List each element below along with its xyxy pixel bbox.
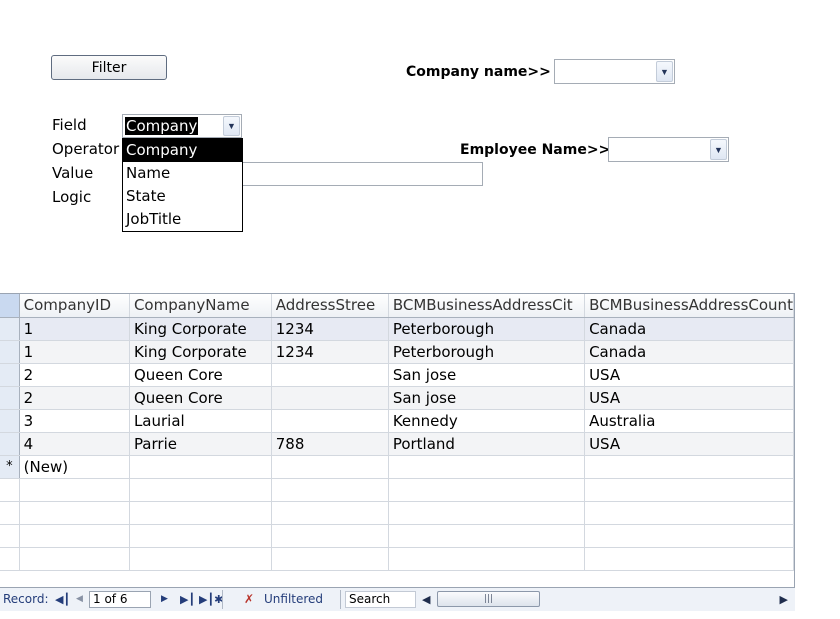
new-record-icon[interactable]: ▶┃✱ xyxy=(199,588,223,611)
row-selector[interactable] xyxy=(0,340,20,364)
last-record-icon[interactable]: ▶┃ xyxy=(180,588,195,611)
table-cell[interactable]: USA xyxy=(584,386,794,410)
field-option-jobtitle[interactable]: JobTitle xyxy=(123,208,242,231)
field-option-name[interactable]: Name xyxy=(123,162,242,185)
table-cell[interactable]: San jose xyxy=(388,386,586,410)
table-cell[interactable]: Kennedy xyxy=(388,409,586,433)
table-cell[interactable] xyxy=(271,386,389,410)
table-cell[interactable]: 2 xyxy=(19,363,130,387)
field-combo-value: Company xyxy=(125,117,199,135)
field-dropdown-list: Company Name State JobTitle xyxy=(122,138,243,232)
table-row[interactable]: 4 Parrie 788 Portland USA xyxy=(0,432,794,456)
no-filter-icon: ✗ xyxy=(244,592,255,606)
table-cell[interactable]: King Corporate xyxy=(129,340,272,364)
employee-name-combo[interactable]: ▼ xyxy=(608,137,729,162)
record-label: Record: xyxy=(3,592,49,606)
company-name-combo[interactable]: ▼ xyxy=(554,59,675,84)
table-cell[interactable]: 788 xyxy=(271,432,389,456)
table-cell[interactable]: 1234 xyxy=(271,340,389,364)
column-header[interactable]: AddressStree xyxy=(271,294,389,318)
horizontal-scrollbar[interactable]: ◀ ||| ▶ xyxy=(418,590,792,609)
table-row[interactable]: 1 King Corporate 1234 Peterborough Canad… xyxy=(0,317,794,341)
filter-status[interactable]: Unfiltered xyxy=(264,588,323,611)
table-row[interactable]: 2 Queen Core San jose USA xyxy=(0,386,794,410)
value-input[interactable] xyxy=(242,162,483,186)
table-cell[interactable]: San jose xyxy=(388,363,586,387)
table-row[interactable]: 1 King Corporate 1234 Peterborough Canad… xyxy=(0,340,794,364)
table-cell[interactable]: 4 xyxy=(19,432,130,456)
company-name-label: Company name>> xyxy=(406,64,551,80)
table-cell[interactable] xyxy=(129,455,272,479)
value-label: Value xyxy=(52,164,94,182)
logic-label: Logic xyxy=(52,188,92,206)
table-cell[interactable] xyxy=(271,363,389,387)
previous-record-icon[interactable]: ◀ xyxy=(76,588,83,611)
scroll-right-icon[interactable]: ▶ xyxy=(780,590,788,609)
table-row[interactable]: 2 Queen Core San jose USA xyxy=(0,363,794,387)
table-cell[interactable]: Canada xyxy=(584,317,794,341)
table-cell[interactable] xyxy=(388,455,586,479)
filter-button[interactable]: Filter xyxy=(51,55,167,80)
table-cell[interactable]: Parrie xyxy=(129,432,272,456)
field-label: Field xyxy=(52,116,87,134)
field-option-state[interactable]: State xyxy=(123,185,242,208)
table-cell[interactable]: USA xyxy=(584,432,794,456)
table-cell[interactable]: 1 xyxy=(19,340,130,364)
row-selector[interactable] xyxy=(0,363,20,387)
next-record-icon[interactable]: ▶ xyxy=(161,588,168,611)
table-cell[interactable]: 2 xyxy=(19,386,130,410)
new-record-row[interactable]: * (New) xyxy=(0,455,794,479)
chevron-down-icon[interactable]: ▼ xyxy=(656,61,673,82)
row-selector[interactable] xyxy=(0,432,20,456)
column-header[interactable]: CompanyName xyxy=(129,294,272,318)
scrollbar-thumb[interactable]: ||| xyxy=(437,591,540,607)
search-input[interactable]: Search xyxy=(345,591,416,608)
employee-name-label: Employee Name>> xyxy=(460,142,611,158)
new-record-label[interactable]: (New) xyxy=(19,455,130,479)
table-cell[interactable]: 1234 xyxy=(271,317,389,341)
table-cell[interactable] xyxy=(584,455,794,479)
field-combo[interactable]: Company ▼ xyxy=(122,114,242,138)
first-record-icon[interactable]: ◀┃ xyxy=(55,588,70,611)
table-cell[interactable]: Australia xyxy=(584,409,794,433)
chevron-down-icon[interactable]: ▼ xyxy=(223,116,240,136)
table-cell[interactable]: 3 xyxy=(19,409,130,433)
chevron-down-icon[interactable]: ▼ xyxy=(710,139,727,160)
operator-label: Operator xyxy=(52,140,120,158)
table-cell[interactable]: Queen Core xyxy=(129,386,272,410)
select-all-corner[interactable] xyxy=(0,294,20,318)
table-cell[interactable]: Canada xyxy=(584,340,794,364)
column-header[interactable]: CompanyID xyxy=(19,294,130,318)
field-option-company[interactable]: Company xyxy=(123,139,242,162)
table-cell[interactable]: Laurial xyxy=(129,409,272,433)
scroll-left-icon[interactable]: ◀ xyxy=(422,590,430,609)
column-header[interactable]: BCMBusinessAddressCit xyxy=(388,294,586,318)
table-cell[interactable] xyxy=(271,455,389,479)
table-cell[interactable] xyxy=(271,409,389,433)
row-selector[interactable] xyxy=(0,317,20,341)
table-cell[interactable]: Portland xyxy=(388,432,586,456)
table-cell[interactable]: USA xyxy=(584,363,794,387)
table-cell[interactable]: 1 xyxy=(19,317,130,341)
table-row[interactable]: 3 Laurial Kennedy Australia xyxy=(0,409,794,433)
column-header[interactable]: BCMBusinessAddressCount xyxy=(584,294,794,318)
table-cell[interactable]: Peterborough xyxy=(388,340,586,364)
record-navigation-bar: Record: ◀┃ ◀ 1 of 6 ▶ ▶┃ ▶┃✱ ✗ Unfiltere… xyxy=(0,587,795,611)
table-cell[interactable]: Peterborough xyxy=(388,317,586,341)
datasheet: CompanyID CompanyName AddressStree BCMBu… xyxy=(0,293,795,611)
table-cell[interactable]: Queen Core xyxy=(129,363,272,387)
new-record-marker: * xyxy=(0,455,20,479)
record-position-input[interactable]: 1 of 6 xyxy=(89,591,151,608)
row-selector[interactable] xyxy=(0,409,20,433)
row-selector[interactable] xyxy=(0,386,20,410)
table-cell[interactable]: King Corporate xyxy=(129,317,272,341)
